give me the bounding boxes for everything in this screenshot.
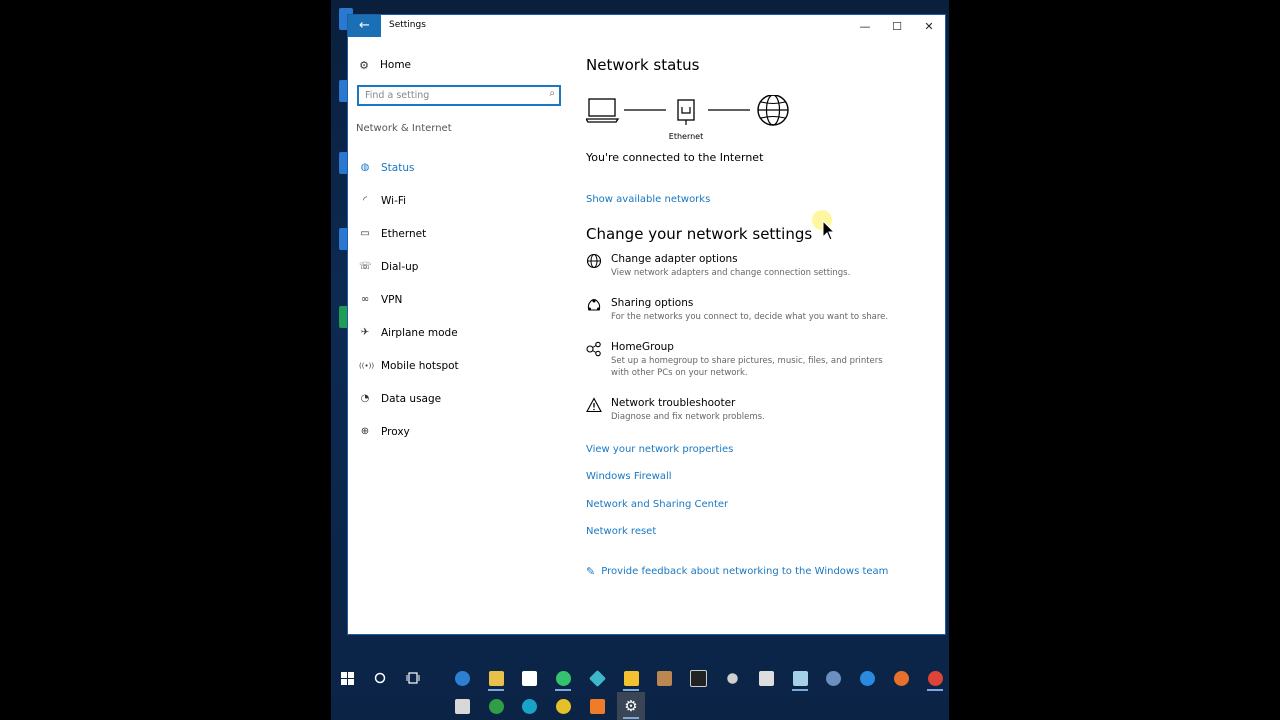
globe-app-icon[interactable] — [819, 664, 847, 692]
calculator-icon[interactable] — [752, 664, 780, 692]
yellow-app-icon[interactable] — [549, 692, 577, 720]
laptop-icon — [586, 98, 620, 123]
wifi-icon: ◜ — [363, 195, 367, 206]
setting-title: HomeGroup — [611, 341, 674, 353]
edge-browser-icon[interactable] — [448, 664, 476, 692]
setting-description: View network adapters and change connect… — [611, 268, 851, 278]
sidebar-item-vpn[interactable]: ∞ VPN — [348, 283, 570, 316]
sidebar-home[interactable]: ⚙ Home — [358, 55, 411, 75]
ethernet-label: Ethernet — [669, 132, 703, 141]
proxy-globe-icon: ⊕ — [360, 426, 370, 437]
ethernet-port-icon — [677, 99, 695, 125]
status-globe-icon: ◍ — [360, 162, 370, 173]
airplane-icon: ✈ — [360, 327, 370, 338]
sidebar: ⚙ Home ⌕ Network & Internet ◍ Status ◜ Wi-F… — [348, 39, 570, 634]
headphones-app-icon[interactable] — [549, 664, 577, 692]
link-network-and-sharing-center[interactable]: Network and Sharing Center — [586, 499, 728, 510]
show-available-networks-link[interactable]: Show available networks — [586, 194, 710, 205]
store-icon[interactable] — [515, 664, 543, 692]
mouse-cursor-icon — [822, 220, 836, 241]
feedback-link-label: Provide feedback about networking to the… — [601, 566, 889, 577]
sidebar-item-label: Dial-up — [381, 260, 419, 273]
home-label: Home — [380, 59, 412, 71]
chrome-icon[interactable] — [921, 664, 949, 692]
sidebar-item-dial-up[interactable]: ☏ Dial-up — [348, 250, 570, 283]
start-windows-icon[interactable] — [333, 664, 361, 692]
ethernet-icon: ▭ — [360, 228, 370, 239]
setting-description: For the networks you connect to, decide … — [611, 312, 889, 322]
diamond-app-icon[interactable] — [583, 664, 611, 692]
sidebar-item-label: Airplane mode — [381, 326, 458, 339]
sidebar-item-label: Status — [381, 161, 415, 174]
change-settings-heading: Change your network settings — [586, 225, 813, 243]
taskbar-second-row: ⚙ — [331, 692, 949, 720]
sidebar-item-label: VPN — [381, 293, 403, 306]
hs-app-icon[interactable] — [482, 692, 510, 720]
sidebar-item-label: Ethernet — [381, 227, 427, 240]
terminal-app-icon[interactable] — [684, 664, 712, 692]
sidebar-item-airplane-mode[interactable]: ✈ Airplane mode — [348, 316, 570, 349]
setting-description: Diagnose and fix network problems. — [611, 412, 765, 422]
internet-globe-icon — [757, 95, 789, 126]
sidebar-item-label: Wi-Fi — [381, 194, 407, 207]
network-status-diagram: Ethernet — [586, 95, 789, 141]
setting-description: Set up a homegroup to share pictures, mu… — [611, 356, 883, 378]
feedback-link[interactable]: ✎ Provide feedback about networking to t… — [586, 565, 888, 578]
sidebar-item-label: Mobile hotspot — [381, 359, 459, 372]
network-status-heading: Network status — [586, 56, 700, 74]
sidebar-item-status[interactable]: ◍ Status — [348, 151, 570, 184]
sidebar-item-label: Proxy — [381, 425, 410, 438]
file-explorer-icon[interactable] — [482, 664, 510, 692]
paint-app-icon[interactable] — [650, 664, 678, 692]
connection-status-text: You're connected to the Internet — [586, 151, 764, 164]
title-bar[interactable]: ← Settings — ☐ ✕ — [348, 15, 945, 39]
setting-title: Network troubleshooter — [611, 397, 736, 409]
sidebar-nav: ◍ Status ◜ Wi-Fi ▭ Ethernet ☏ Dial-up ∞ VPN ✈ Airpl… — [348, 151, 570, 448]
gear-icon: ⚙ — [359, 58, 369, 72]
main-content: Network status Ethernet You're connected… — [586, 39, 945, 634]
cortana-search-icon[interactable] — [366, 664, 394, 692]
window-title: Settings — [389, 20, 426, 30]
search-input[interactable] — [365, 88, 543, 103]
notes-app-icon[interactable] — [786, 664, 814, 692]
folder-app-icon[interactable] — [448, 692, 476, 720]
vivaldi-app-icon[interactable] — [617, 664, 645, 692]
taskbar — [331, 664, 949, 692]
link-network-reset[interactable]: Network reset — [586, 526, 656, 537]
sharing-icon — [586, 297, 602, 313]
back-button[interactable]: ← — [348, 15, 381, 37]
sidebar-item-label: Data usage — [381, 392, 442, 405]
dialup-icon: ☏ — [359, 261, 372, 272]
search-box[interactable]: ⌕ — [357, 85, 561, 106]
ring-app-icon[interactable] — [515, 692, 543, 720]
task-view-icon[interactable] — [399, 664, 427, 692]
orange-app-icon[interactable] — [583, 692, 611, 720]
close-button[interactable]: ✕ — [913, 15, 945, 39]
sidebar-item-wi-fi[interactable]: ◜ Wi-Fi — [348, 184, 570, 217]
pen-app-icon[interactable] — [718, 664, 746, 692]
setting-title: Change adapter options — [611, 253, 738, 265]
feedback-icon: ✎ — [586, 565, 596, 578]
minimize-button[interactable]: — — [849, 15, 881, 39]
adapter-globe-icon — [586, 253, 602, 269]
section-label: Network & Internet — [356, 123, 452, 134]
vpn-icon: ∞ — [360, 294, 370, 305]
settings-gear-taskbar-icon[interactable]: ⚙ — [617, 692, 645, 720]
setting-title: Sharing options — [611, 297, 694, 309]
sidebar-item-ethernet[interactable]: ▭ Ethernet — [348, 217, 570, 250]
settings-window: ← Settings — ☐ ✕ ⚙ Home ⌕ Network & Inte… — [347, 14, 946, 635]
internet-explorer-icon[interactable] — [853, 664, 881, 692]
link-windows-firewall[interactable]: Windows Firewall — [586, 471, 672, 482]
homegroup-icon — [586, 341, 602, 357]
warning-icon — [586, 397, 602, 413]
data-usage-icon: ◔ — [360, 393, 370, 404]
firefox-icon[interactable] — [887, 664, 915, 692]
sidebar-item-data-usage[interactable]: ◔ Data usage — [348, 382, 570, 415]
link-view-your-network-properties[interactable]: View your network properties — [586, 444, 733, 455]
sidebar-item-proxy[interactable]: ⊕ Proxy — [348, 415, 570, 448]
sidebar-item-mobile-hotspot[interactable]: ((•)) Mobile hotspot — [348, 349, 570, 382]
maximize-button[interactable]: ☐ — [881, 15, 913, 39]
search-icon[interactable]: ⌕ — [549, 88, 555, 99]
hotspot-icon: ((•)) — [359, 361, 375, 370]
